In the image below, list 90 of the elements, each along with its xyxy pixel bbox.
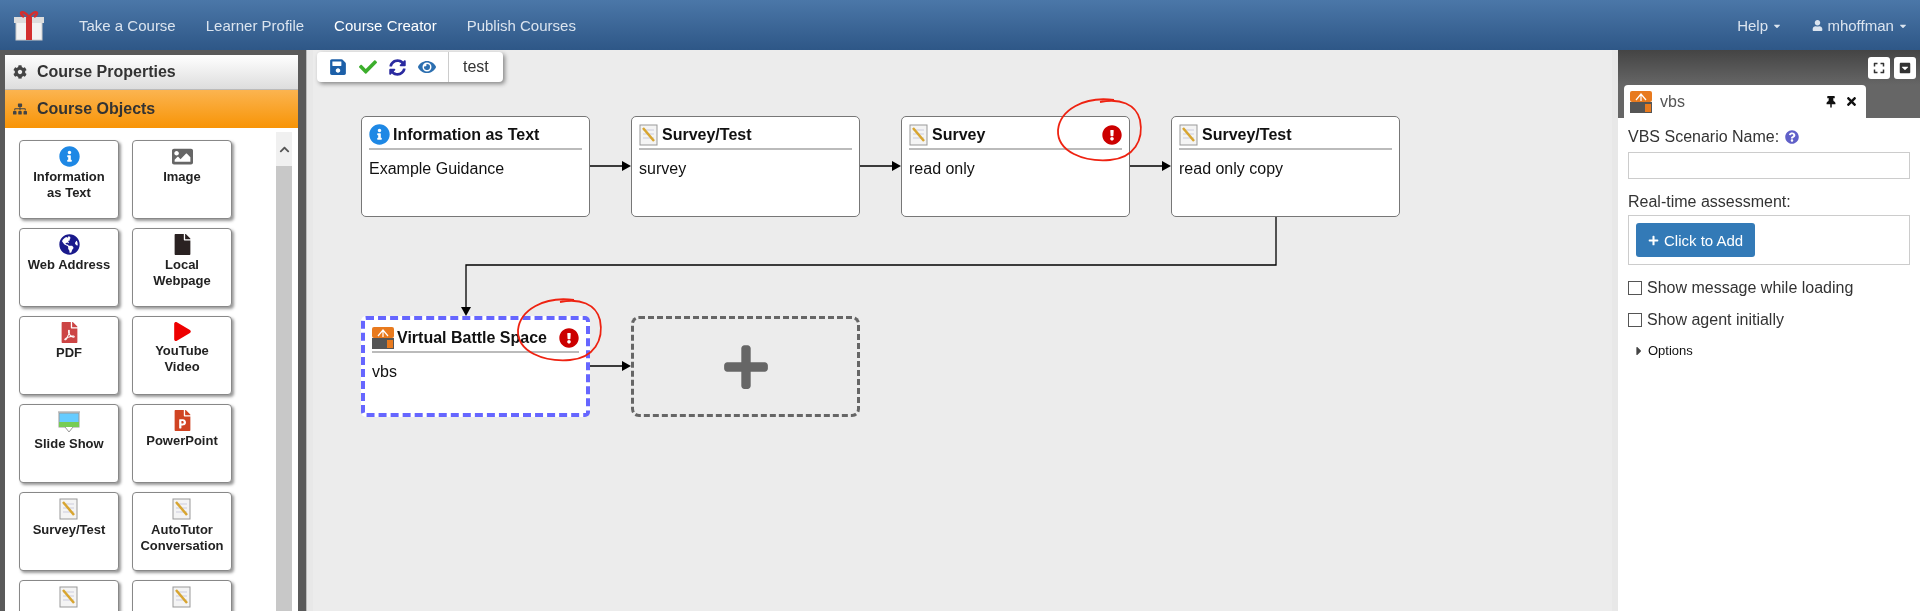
checkbox-label: Show message while loading (1647, 279, 1854, 297)
course-node[interactable]: Survey read only (901, 116, 1130, 217)
add-button[interactable]: Click to Add (1636, 223, 1756, 257)
input-field[interactable] (1628, 152, 1910, 179)
user-icon (1812, 19, 1824, 31)
tab-title: vbs (1660, 92, 1686, 111)
accordion-header[interactable]: Course Objects (5, 90, 298, 128)
course-node[interactable]: Survey/Test read only copy (1171, 116, 1400, 217)
checkbox[interactable] (1628, 281, 1642, 295)
help-menu[interactable]: Help (1722, 16, 1798, 34)
object-tile[interactable]: Local Webpage (132, 228, 232, 307)
object-tile[interactable]: PowerPoint (132, 404, 232, 483)
connector-arrow (589, 161, 631, 171)
hierarchy-icon (13, 102, 27, 116)
node-text: read only (909, 160, 976, 178)
nav-link[interactable]: Course Creator (319, 16, 452, 34)
play-icon (172, 322, 192, 341)
field-label: Real-time assessment: (1628, 193, 1792, 211)
plus-icon (1648, 234, 1659, 246)
course-name: test (448, 52, 503, 82)
gift-logo-icon[interactable] (14, 9, 44, 41)
tile-label: Information as Text (32, 169, 106, 201)
close-icon[interactable] (1845, 95, 1858, 108)
add-node-button[interactable] (631, 316, 860, 417)
node-title: Survey/Test (1202, 125, 1293, 144)
notepad-icon (59, 586, 79, 608)
tile-label: Web Address (27, 257, 111, 273)
node-text: survey (639, 160, 688, 178)
object-tile[interactable]: Web Address (19, 228, 119, 307)
notepad-icon (172, 586, 192, 608)
notepad-icon (59, 498, 79, 520)
connector-arrow (589, 361, 631, 371)
node-title: Information as Text (393, 125, 541, 144)
vbs-logo-icon (1630, 90, 1652, 113)
vbs-logo-icon (372, 326, 394, 349)
tile-label: PDF (56, 345, 82, 361)
checkbox[interactable] (1628, 313, 1642, 327)
node-text: Example Guidance (369, 160, 506, 178)
connector-arrow (859, 161, 901, 171)
nav-link[interactable]: Take a Course (64, 16, 191, 34)
tile-label: Image (163, 169, 201, 185)
object-tile[interactable]: Slide Show (19, 404, 119, 483)
tile-label: AutoTutor Conversation (139, 522, 225, 554)
dropdown-button[interactable] (1894, 56, 1916, 79)
tile-label: Slide Show (34, 436, 104, 452)
tile-label: Survey/Test (32, 522, 106, 538)
field-label: VBS Scenario Name: (1628, 128, 1780, 146)
refresh-icon[interactable] (389, 58, 406, 76)
help-icon[interactable] (1785, 130, 1800, 144)
checkbox-label: Show agent initially (1647, 311, 1784, 329)
tile-label: YouTube Video (154, 343, 210, 375)
node-text: vbs (372, 363, 398, 381)
settings-icon (13, 65, 27, 79)
course-node[interactable]: Survey/Test survey (631, 116, 860, 217)
node-title: Survey (932, 125, 987, 144)
panel-tab[interactable]: vbs (1624, 85, 1866, 118)
user-menu[interactable]: mhoffman (1797, 16, 1908, 34)
info-icon (369, 124, 390, 145)
tile-label: PowerPoint (146, 433, 218, 449)
image-icon (171, 146, 193, 167)
tile-label: Local Webpage (152, 257, 212, 289)
object-tile[interactable]: Survey/Test (19, 492, 119, 571)
caret-icon (1899, 61, 1911, 74)
object-tile[interactable]: Image (132, 140, 232, 219)
maximize-button[interactable] (1868, 56, 1890, 79)
expand-icon (1873, 61, 1885, 74)
notepad-icon (172, 498, 192, 520)
save-icon[interactable] (329, 58, 347, 76)
object-tile[interactable]: Information as Text (19, 140, 119, 219)
nav-link[interactable]: Publish Courses (451, 16, 591, 34)
globe-icon (58, 234, 80, 255)
course-node[interactable]: Information as Text Example Guidance (361, 116, 590, 217)
object-tile[interactable]: AutoTutor Conversation (132, 492, 232, 571)
info-icon (58, 146, 80, 167)
nav-link[interactable]: Learner Profile (190, 16, 320, 34)
eye-icon[interactable] (418, 58, 436, 76)
accordion-header[interactable]: Course Properties (5, 55, 298, 90)
scrollbar[interactable] (276, 132, 292, 611)
notepad-icon (639, 123, 659, 146)
checkmark-icon[interactable] (359, 58, 377, 76)
pin-icon[interactable] (1825, 95, 1837, 108)
object-tile[interactable]: PDF (19, 316, 119, 395)
connector-arrow (1129, 161, 1171, 171)
object-tile[interactable]: YouTube Video (132, 316, 232, 395)
notepad-icon (1179, 123, 1199, 146)
options-toggle[interactable]: Options (1628, 343, 1910, 358)
node-text: read only copy (1179, 160, 1285, 178)
notepad-icon (909, 123, 929, 146)
slideshow-icon (57, 410, 81, 434)
node-title: Survey/Test (662, 125, 753, 144)
